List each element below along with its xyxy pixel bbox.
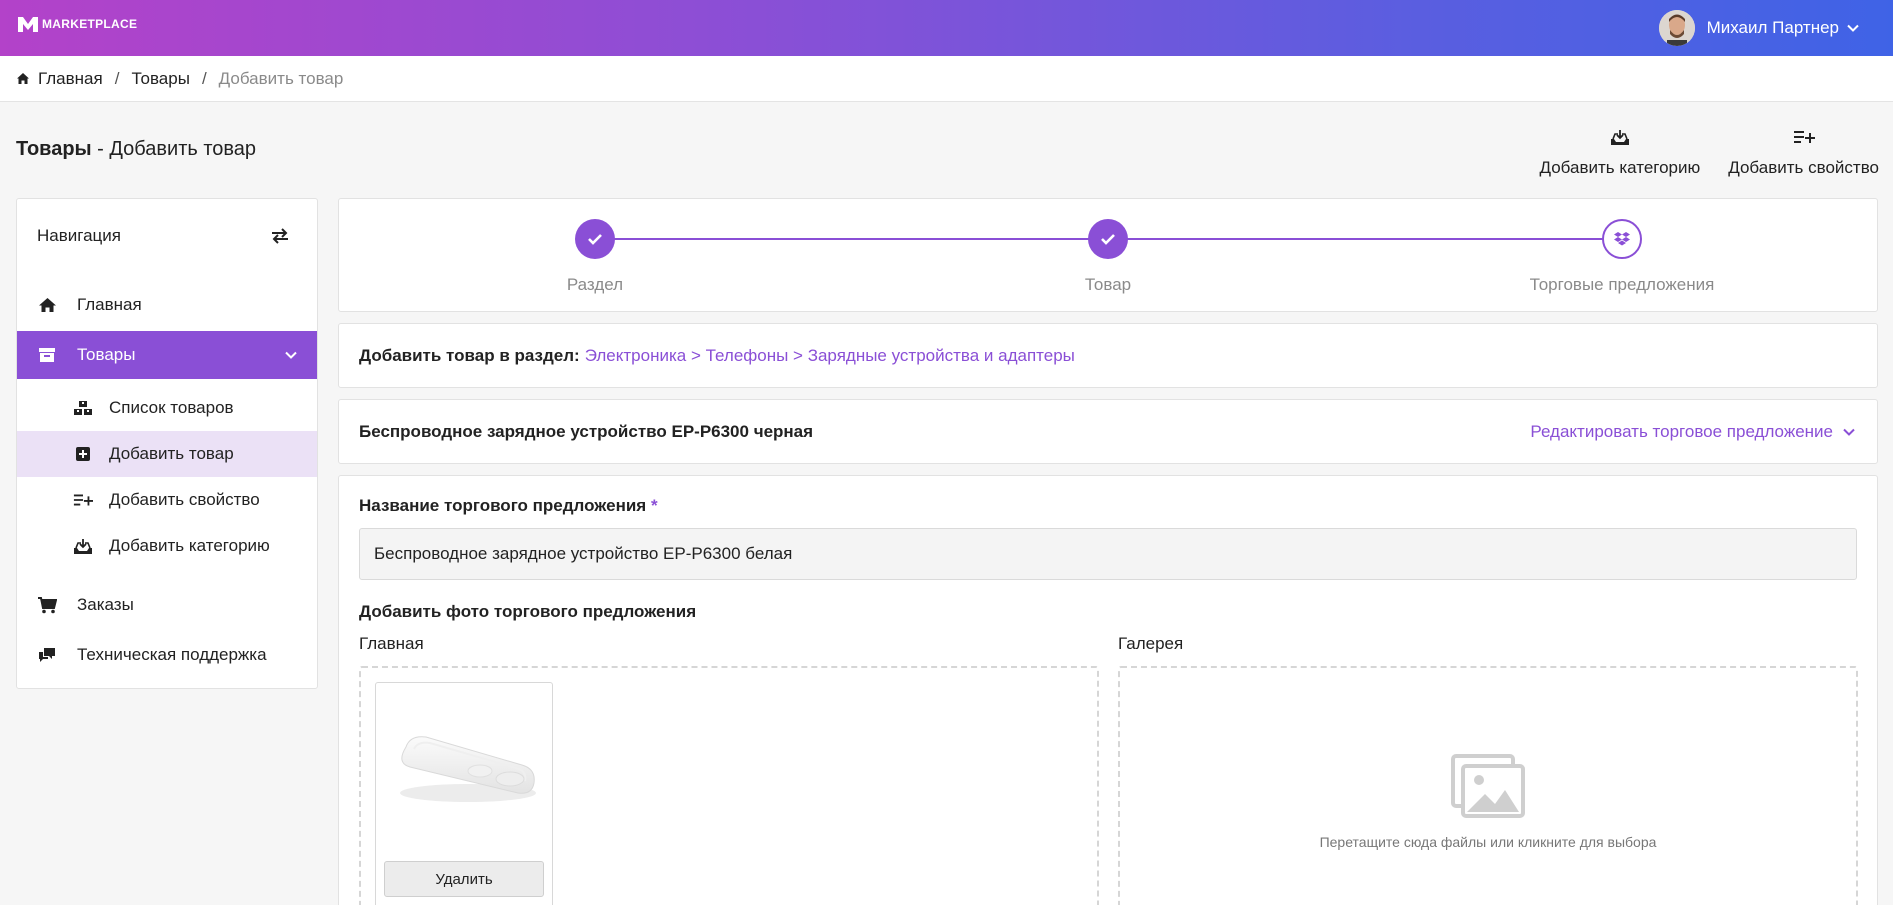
breadcrumb-home-label: Главная <box>38 68 103 88</box>
edit-offer-label: Редактировать торговое предложение <box>1530 421 1833 441</box>
sidebar-item-label: Добавить категорию <box>109 536 270 555</box>
main-photo-label: Главная <box>359 634 424 653</box>
breadcrumb-home[interactable]: Главная <box>16 69 103 89</box>
logo[interactable]: MARKETPLACE <box>16 14 137 34</box>
avatar <box>1658 10 1695 46</box>
sidebar-item-home[interactable]: Главная <box>17 281 317 329</box>
cart-icon <box>37 596 57 614</box>
archive-icon <box>37 347 57 363</box>
gallery-label: Галерея <box>1118 634 1184 653</box>
sidebar-item-label: Добавить свойство <box>109 490 260 509</box>
step-label: Торговые предложения <box>1529 275 1715 294</box>
add-property-button[interactable]: Добавить свойство <box>1728 126 1879 178</box>
breadcrumb-separator: / <box>201 68 207 88</box>
offer-name-label-text: Название торгового предложения <box>359 496 647 515</box>
plus-square-icon <box>73 446 93 462</box>
sidebar-item-add-product[interactable]: Добавить товар <box>17 431 317 477</box>
edit-offer-toggle[interactable]: Редактировать торговое предложение <box>1530 422 1855 442</box>
sidebar-item-add-property[interactable]: Добавить свойство <box>17 477 317 523</box>
check-icon <box>575 219 615 259</box>
swap-icon <box>272 228 288 244</box>
user-menu[interactable]: Михаил Партнер <box>1658 10 1859 46</box>
add-category-icon <box>73 537 93 555</box>
delete-photo-button[interactable]: Удалить <box>384 861 544 897</box>
sidebar-header: Навигация <box>17 199 317 273</box>
breadcrumb: Главная / Товары / Добавить товар <box>0 56 1893 102</box>
sidebar-item-add-category[interactable]: Добавить категорию <box>17 523 317 569</box>
chat-icon <box>37 647 57 663</box>
home-icon <box>17 73 29 84</box>
chevron-down-icon <box>1847 24 1859 32</box>
logo-icon <box>18 17 38 32</box>
chevron-down-icon <box>285 351 297 359</box>
section-path-panel: Добавить товар в раздел: Электроника > Т… <box>338 323 1878 388</box>
page-actions: Добавить категорию Добавить свойство <box>1539 126 1879 178</box>
offer-title: Беспроводное зарядное устройство EP-P630… <box>359 421 814 441</box>
section-label: Добавить товар в раздел: <box>359 345 580 365</box>
add-category-icon <box>1610 126 1630 148</box>
sidebar-item-orders[interactable]: Заказы <box>17 581 317 629</box>
step-section[interactable]: Раздел <box>495 219 695 295</box>
home-icon <box>37 297 57 313</box>
sidebar-item-label: Добавить товар <box>109 444 234 463</box>
main-photo-thumbnail: Удалить <box>375 682 553 905</box>
top-bar: MARKETPLACE Михаил Партнер <box>0 0 1893 56</box>
add-category-label: Добавить категорию <box>1539 158 1701 177</box>
product-image <box>400 736 536 802</box>
main-photo-dropzone[interactable]: Удалить <box>359 666 1099 905</box>
add-property-label: Добавить свойство <box>1728 158 1879 177</box>
offer-name-label: Название торгового предложения * <box>359 496 658 516</box>
sidebar-item-product-list[interactable]: Список товаров <box>17 385 317 431</box>
page-title: Товары - Добавить товар <box>16 138 256 161</box>
offer-accordion: Беспроводное зарядное устройство EP-P630… <box>338 399 1878 464</box>
step-label: Раздел <box>566 275 624 294</box>
image-placeholder-icon <box>1451 754 1525 818</box>
gallery-hint: Перетащите сюда файлы или кликните для в… <box>1319 834 1657 850</box>
step-offers[interactable]: Торговые предложения <box>1522 219 1722 295</box>
sidebar-item-label: Товары <box>77 345 136 364</box>
sidebar-item-label: Список товаров <box>109 398 234 417</box>
sidebar-item-support[interactable]: Техническая поддержка <box>17 631 317 679</box>
breadcrumb-products[interactable]: Товары <box>131 69 189 89</box>
section-path-link[interactable]: Электроника > Телефоны > Зарядные устрой… <box>585 346 1075 366</box>
sidebar: Навигация Главная Товары Список товаров <box>16 198 318 689</box>
required-mark: * <box>650 496 658 515</box>
gallery-empty-state: Перетащите сюда файлы или кликните для в… <box>1120 754 1856 850</box>
photo-section-label: Добавить фото торгового предложения <box>359 602 697 621</box>
sidebar-item-label: Главная <box>77 295 142 314</box>
offer-name-input[interactable] <box>359 528 1857 580</box>
logo-text: MARKETPLACE <box>42 17 138 31</box>
dropbox-icon <box>1602 219 1642 259</box>
gallery-dropzone[interactable]: Перетащите сюда файлы или кликните для в… <box>1118 666 1858 905</box>
toggle-sidebar-button[interactable] <box>271 228 289 244</box>
progress-stepper: Раздел Товар Торговые предложения <box>338 198 1878 312</box>
step-product[interactable]: Товар <box>1008 219 1208 295</box>
step-label: Товар <box>1084 275 1132 294</box>
page-title-section: Товары <box>16 138 92 160</box>
add-category-button[interactable]: Добавить категорию <box>1539 126 1700 178</box>
sidebar-item-products[interactable]: Товары <box>17 331 317 379</box>
boxes-icon <box>73 400 93 416</box>
offer-form: Название торгового предложения * Добавит… <box>338 475 1878 905</box>
sidebar-item-label: Заказы <box>77 595 134 614</box>
sidebar-item-label: Техническая поддержка <box>77 645 267 664</box>
breadcrumb-separator: / <box>114 68 120 88</box>
check-icon <box>1088 219 1128 259</box>
page-title-action: - Добавить товар <box>91 138 257 160</box>
breadcrumb-current: Добавить товар <box>218 68 344 88</box>
add-property-icon <box>1793 126 1815 148</box>
user-name: Михаил Партнер <box>1706 18 1839 37</box>
sidebar-heading: Навигация <box>37 226 121 245</box>
add-property-icon <box>73 493 93 507</box>
chevron-down-icon <box>1843 428 1855 436</box>
